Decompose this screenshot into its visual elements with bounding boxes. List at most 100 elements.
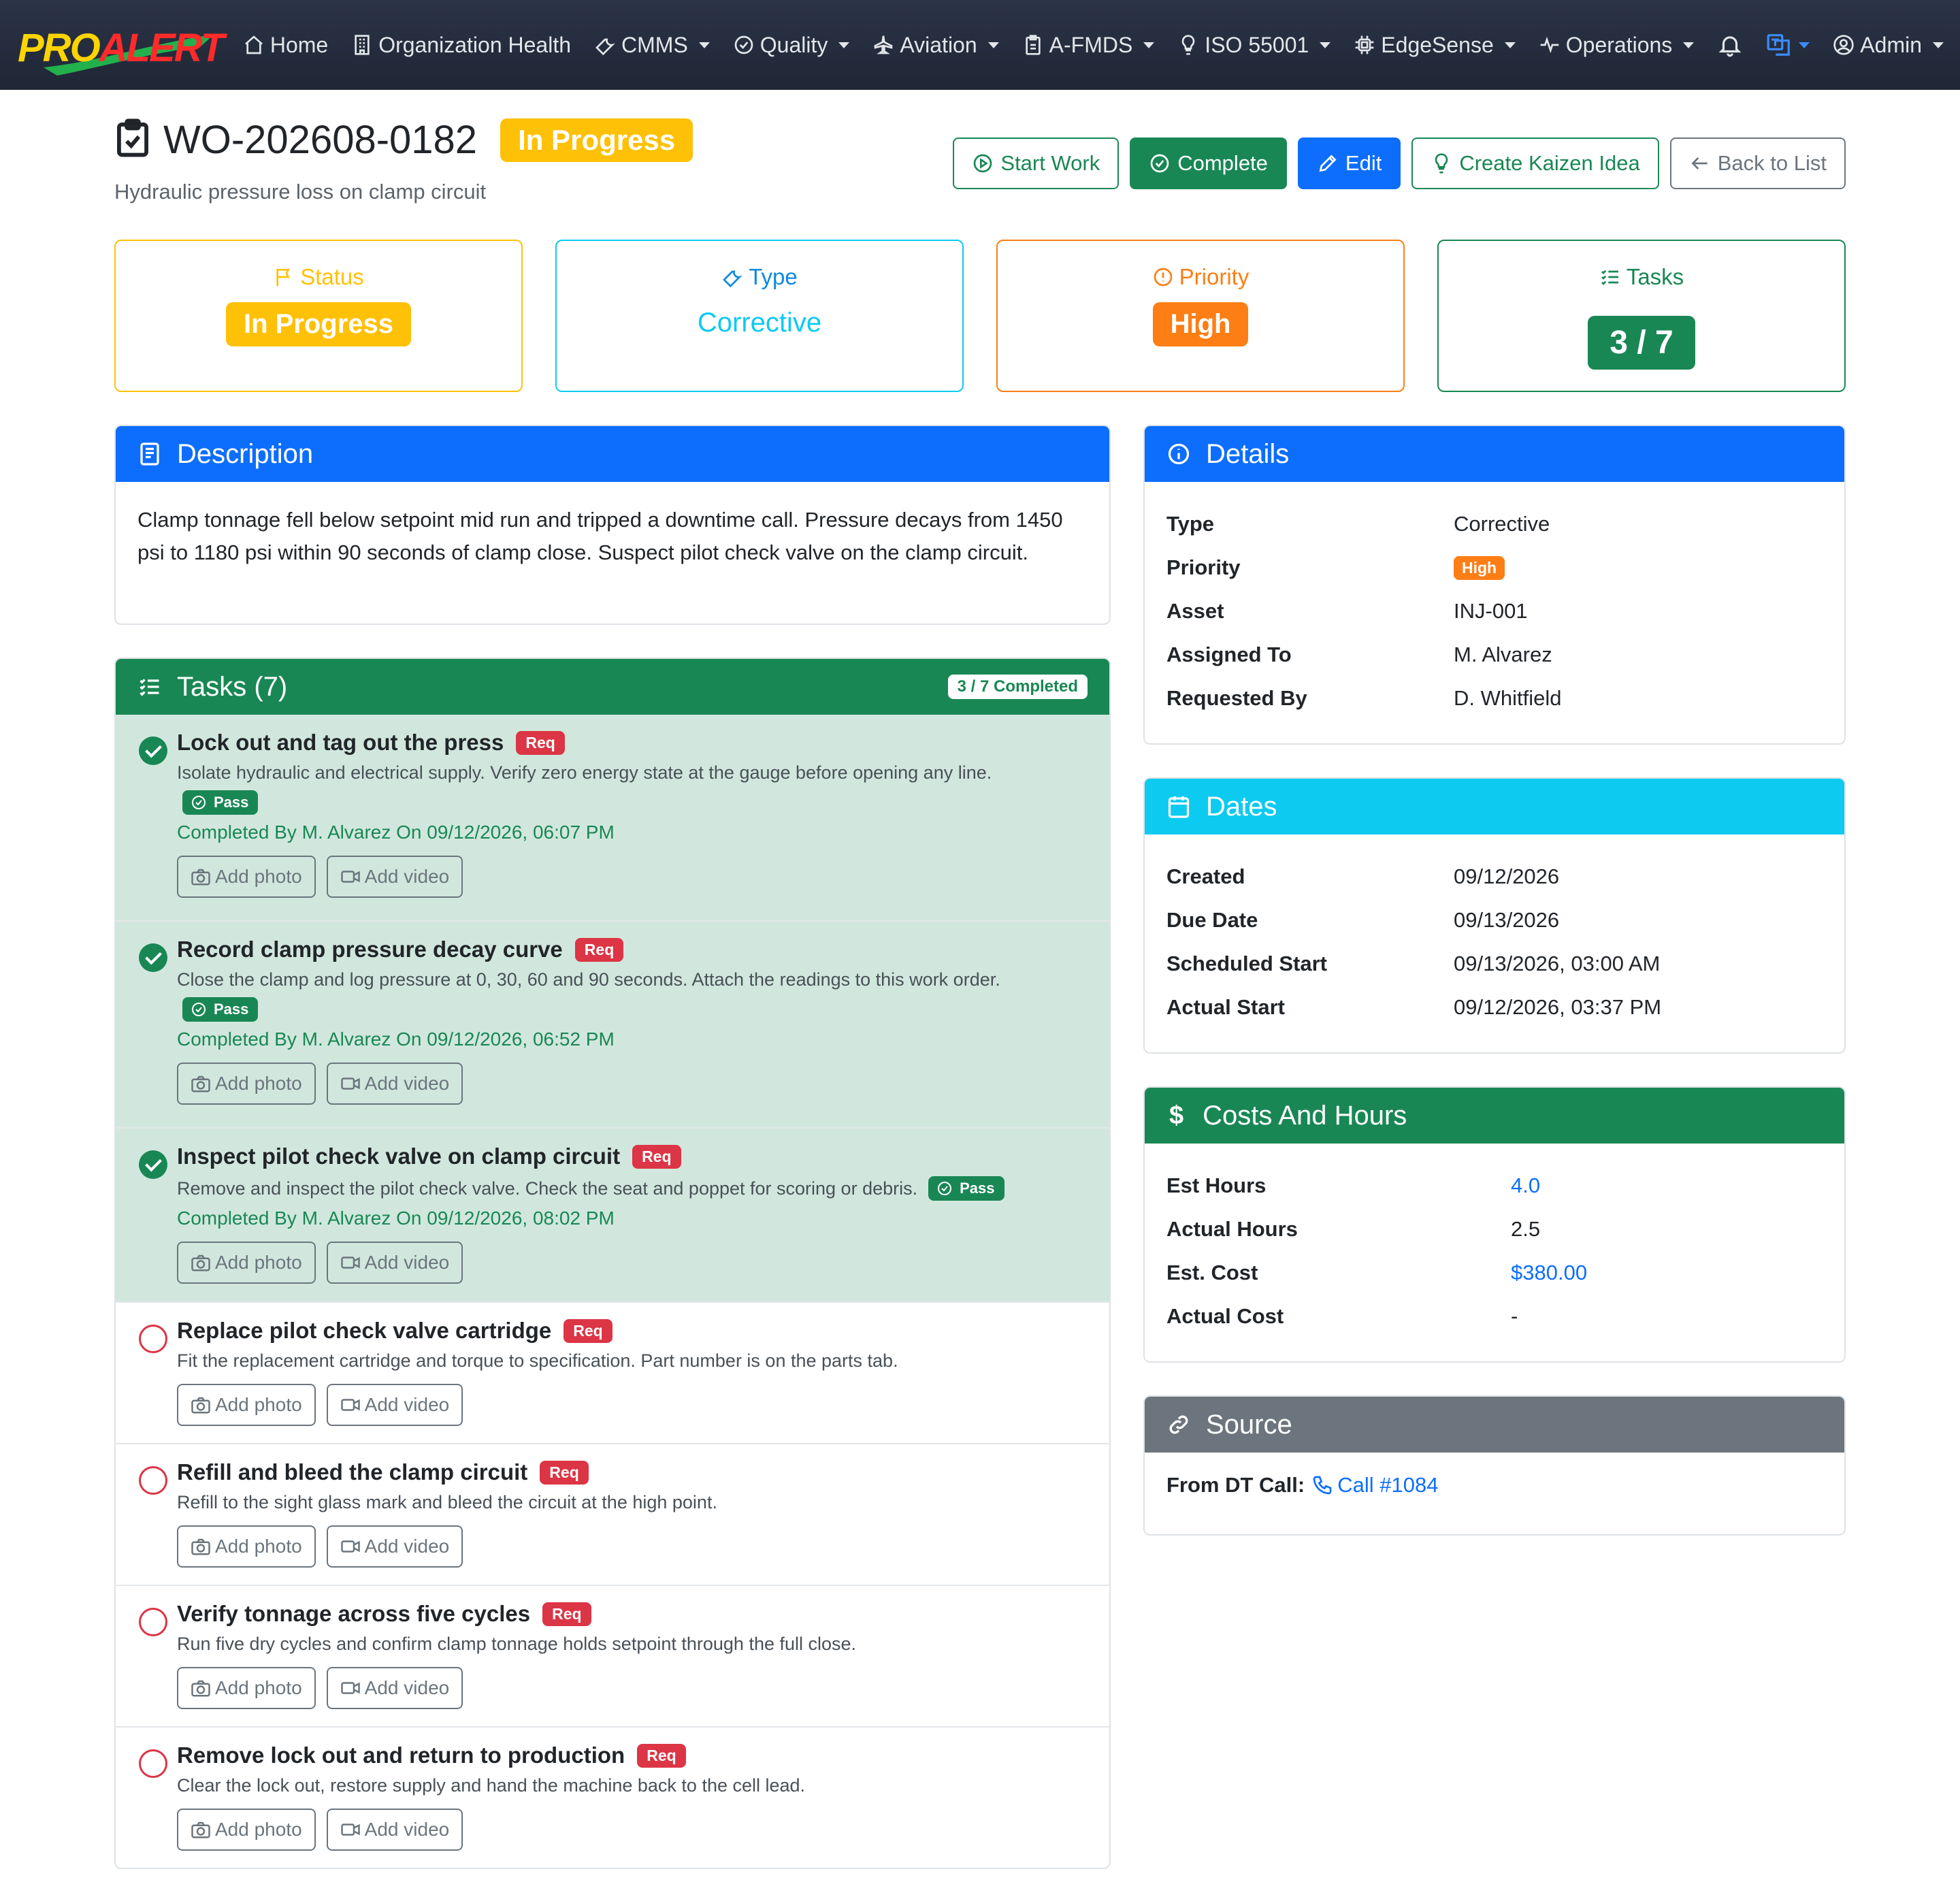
work-order-header: WO-202608-0182 In Progress <box>114 117 693 163</box>
link-icon <box>1169 1415 1188 1434</box>
chevron-down-icon <box>1933 42 1944 48</box>
pass-badge: Pass <box>928 1176 1004 1201</box>
detail-row-requested-by: Requested By D. Whitfield <box>1166 686 1562 710</box>
nav-iso-55001[interactable]: ISO 55001 <box>1177 33 1331 58</box>
summary-status-badge: In Progress <box>225 302 412 346</box>
nav-organization-health[interactable]: Organization Health <box>351 33 571 58</box>
back-to-list-button[interactable]: Back to List <box>1669 137 1846 189</box>
source-title: Source <box>1206 1409 1292 1440</box>
add-video-button[interactable]: Add video <box>326 1384 463 1426</box>
dates-card: Dates Created 09/12/2026 Due Date 09/13/20… <box>1143 777 1846 1054</box>
cpu-icon <box>1355 35 1374 54</box>
task-title: Remove lock out and return to production <box>177 1743 625 1768</box>
list-check-icon <box>140 679 159 696</box>
phone-icon <box>1313 1476 1332 1495</box>
play-circle-icon <box>974 154 992 173</box>
task-item: Record clamp pressure decay curve Req Clo… <box>116 922 1109 1129</box>
add-photo-button[interactable]: Add photo <box>177 1242 316 1284</box>
chevron-down-icon <box>1143 42 1155 48</box>
video-camera-icon <box>340 1682 360 1694</box>
complete-button[interactable]: Complete <box>1130 137 1287 189</box>
list-check-icon <box>1601 270 1618 285</box>
task-complete-icon[interactable] <box>139 736 167 765</box>
nav-cmms[interactable]: CMMS <box>594 33 710 58</box>
cost-row-est-hours: Est Hours 4.0 <box>1166 1173 1541 1197</box>
add-photo-button[interactable]: Add photo <box>177 1809 316 1851</box>
pass-badge: Pass <box>182 997 259 1022</box>
page-subtitle: Hydraulic pressure loss on clamp circuit <box>114 180 487 204</box>
action-toolbar: Start Work Complete Edit Create Kaizen I… <box>942 137 1846 189</box>
required-badge: Req <box>564 1318 612 1343</box>
edit-button[interactable]: Edit <box>1297 137 1401 189</box>
add-video-button[interactable]: Add video <box>326 1525 463 1568</box>
tasks-card: Tasks (7) 3 / 7 Completed Lock out and t… <box>114 658 1111 1869</box>
costs-and-hours-card: $ Costs And Hours Est Hours 4.0 Actual Ho… <box>1143 1086 1846 1363</box>
priority-badge: High <box>1454 555 1505 580</box>
detail-row-assigned-to: Assigned To M. Alvarez <box>1166 643 1552 666</box>
info-circle-icon <box>1168 443 1190 465</box>
add-video-button[interactable]: Add video <box>326 856 463 898</box>
source-card: Source From DT Call: Call #1084 <box>1143 1395 1846 1536</box>
task-description: Fit the replacement cartridge and torque… <box>177 1350 898 1371</box>
task-complete-icon[interactable] <box>139 943 167 972</box>
notifications-button[interactable] <box>1717 32 1743 58</box>
summary-card-status: Status In Progress <box>114 240 523 392</box>
task-completed-by: Completed By M. Alvarez On 09/12/2026, 0… <box>177 1208 615 1229</box>
required-badge: Req <box>516 730 565 755</box>
add-photo-button[interactable]: Add photo <box>177 1667 316 1709</box>
add-video-button[interactable]: Add video <box>326 1242 463 1284</box>
user-menu[interactable]: Admin <box>1833 33 1944 58</box>
task-incomplete-icon[interactable] <box>139 1749 167 1778</box>
calendar-icon <box>1168 796 1190 818</box>
dt-call-link[interactable]: Call #1084 <box>1311 1473 1438 1497</box>
pencil-icon <box>1319 155 1337 172</box>
start-work-button[interactable]: Start Work <box>953 137 1120 189</box>
task-description: Refill to the sight glass mark and bleed… <box>177 1492 717 1512</box>
task-description: Clear the lock out, restore supply and h… <box>177 1775 806 1796</box>
add-video-button[interactable]: Add video <box>326 1063 463 1105</box>
source-label: From DT Call: <box>1166 1473 1305 1497</box>
chevron-down-icon <box>838 42 850 48</box>
chevron-down-icon <box>1683 42 1695 48</box>
create-kaizen-idea-button[interactable]: Create Kaizen Idea <box>1411 137 1659 189</box>
lightbulb-icon <box>1181 35 1195 55</box>
task-incomplete-icon[interactable] <box>139 1466 167 1495</box>
summary-card-tasks: Tasks 3 / 7 <box>1437 240 1846 392</box>
required-badge: Req <box>540 1460 589 1485</box>
summary-card-priority: Priority High <box>996 240 1405 392</box>
task-item: Verify tonnage across five cycles Req Run… <box>116 1586 1109 1728</box>
nav-home[interactable]: Home <box>243 33 328 58</box>
task-item: Replace pilot check valve cartridge Req F… <box>116 1303 1109 1444</box>
language-selector[interactable] <box>1766 32 1810 58</box>
nav-quality[interactable]: Quality <box>733 33 850 58</box>
nav-operations[interactable]: Operations <box>1539 33 1695 58</box>
task-incomplete-icon[interactable] <box>139 1325 167 1353</box>
task-description: Remove and inspect the pilot check valve… <box>177 1178 918 1199</box>
cost-row-est-cost: Est. Cost $380.00 <box>1166 1261 1588 1284</box>
task-complete-icon[interactable] <box>139 1150 167 1179</box>
wrench-icon <box>723 270 743 288</box>
nav-aviation[interactable]: Aviation <box>872 33 999 58</box>
add-video-button[interactable]: Add video <box>326 1667 463 1709</box>
summary-tasks-badge: 3 / 7 <box>1588 316 1695 370</box>
detail-row-priority: Priority High <box>1166 546 1823 589</box>
add-photo-button[interactable]: Add photo <box>177 1063 316 1105</box>
date-row-due-date: Due Date 09/13/2026 <box>1166 908 1560 932</box>
add-video-button[interactable]: Add video <box>326 1809 463 1851</box>
task-completed-by: Completed By M. Alvarez On 09/12/2026, 0… <box>177 822 615 843</box>
camera-icon <box>191 1397 210 1414</box>
add-photo-button[interactable]: Add photo <box>177 856 316 898</box>
check-circle-icon <box>192 796 206 809</box>
task-title: Verify tonnage across five cycles <box>177 1601 531 1626</box>
add-photo-button[interactable]: Add photo <box>177 1384 316 1426</box>
add-photo-button[interactable]: Add photo <box>177 1525 316 1568</box>
proalert-logo[interactable]: PROALERT <box>16 14 225 76</box>
nav-a-fmds[interactable]: A-FMDS <box>1022 33 1155 58</box>
required-badge: Req <box>542 1602 591 1626</box>
costs-title: Costs And Hours <box>1203 1100 1407 1131</box>
chevron-down-icon <box>1504 42 1516 48</box>
date-row-actual-start: Actual Start 09/12/2026, 03:37 PM <box>1166 995 1662 1019</box>
lightbulb-icon <box>1435 153 1448 174</box>
nav-edgesense[interactable]: EdgeSense <box>1354 33 1516 58</box>
task-incomplete-icon[interactable] <box>139 1608 167 1636</box>
